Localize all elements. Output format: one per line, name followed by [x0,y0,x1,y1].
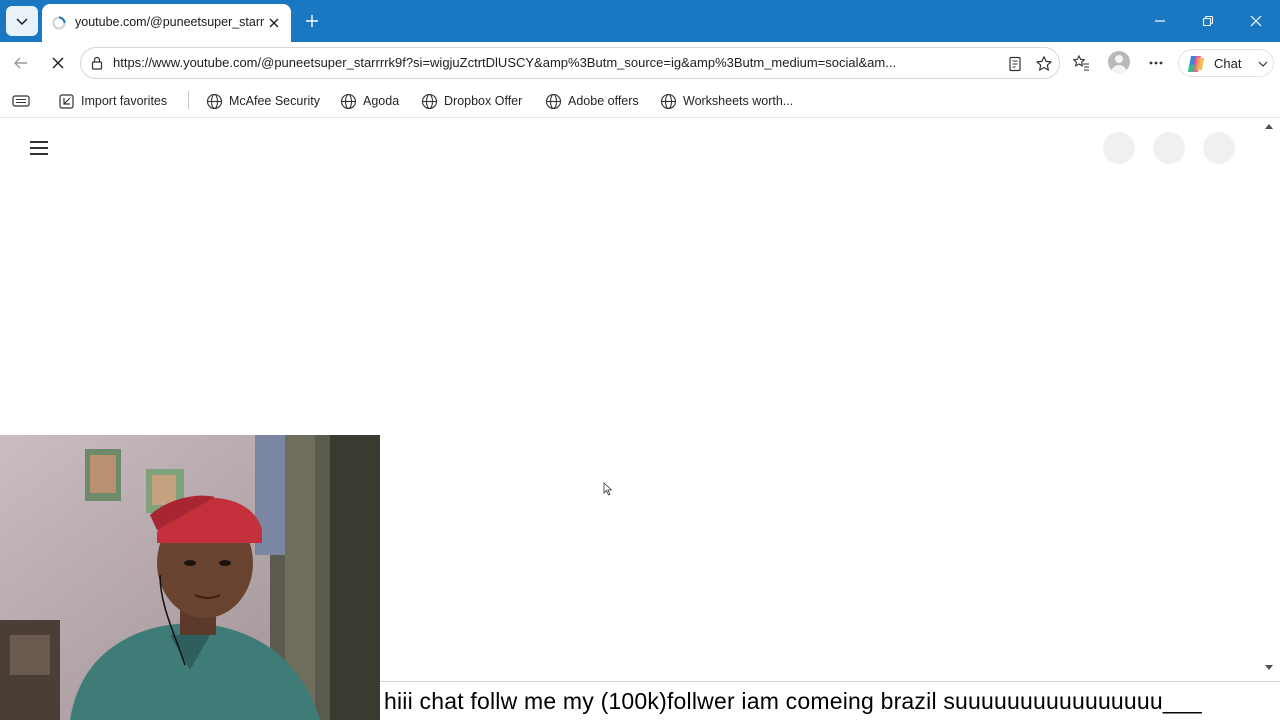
restore-button[interactable] [1194,8,1222,34]
page-scrollbar[interactable] [1262,119,1276,677]
favorites-bar: Import favorites McAfee Security Agoda D… [0,84,1280,118]
favorite-agoda[interactable]: Agoda [340,90,399,112]
minimize-button[interactable] [1146,8,1174,34]
globe-icon [545,93,562,109]
loading-placeholder [1203,132,1235,164]
close-window-button[interactable] [1242,8,1270,34]
hamburger-menu-icon[interactable] [30,139,52,157]
favorite-label: McAfee Security [229,94,321,108]
favorite-adobe-offers[interactable]: Adobe offers [545,90,639,112]
favorites-bar-menu-button[interactable] [12,90,36,112]
title-bar: youtube.com/@puneetsuper_starrrrk9f?si=w… [0,0,1280,42]
favorite-dropbox-offer[interactable]: Dropbox Offer [421,90,522,112]
tab-title: youtube.com/@puneetsuper_starrrrk9f?si=w… [75,15,265,29]
stop-loading-button[interactable] [45,50,71,76]
globe-icon [660,93,677,109]
navigation-toolbar: https://www.youtube.com/@puneetsuper_sta… [0,42,1280,84]
chevron-down-icon [16,18,28,26]
chevron-down-icon [1258,61,1268,67]
favorite-label: Worksheets worth... [683,94,794,108]
favorite-star-icon [1036,56,1052,71]
copilot-icon [1188,56,1204,72]
favorite-worksheets-worth[interactable]: Worksheets worth... [660,90,793,112]
globe-icon [206,93,223,109]
favorite-label: Adobe offers [568,94,639,108]
close-icon [269,18,279,28]
address-bar[interactable]: https://www.youtube.com/@puneetsuper_sta… [80,47,1060,79]
back-button[interactable] [8,50,34,76]
profile-icon[interactable] [1108,51,1130,73]
close-icon [1250,15,1262,27]
tab-actions-menu-button[interactable] [6,6,38,36]
more-icon [1149,61,1163,65]
chat-label: Chat [1214,56,1242,71]
tab-close-button[interactable] [265,14,283,32]
reading-view-icon [1009,56,1021,72]
active-tab[interactable]: youtube.com/@puneetsuper_starrrrk9f?si=w… [42,4,291,42]
favorite-label: Import favorites [81,94,168,108]
copilot-chat-button[interactable]: Chat [1178,49,1274,77]
webcam-overlay [0,435,380,720]
tab-list-icon [12,95,30,107]
browser-window: { "browser": { "tab": { "title": "youtub… [0,0,1280,720]
scroll-up-icon[interactable] [1264,122,1274,132]
mouse-cursor-icon [603,482,613,496]
loading-placeholder [1103,132,1135,164]
lock-icon [91,56,103,70]
favorite-label: Dropbox Offer [444,94,523,108]
favorites-separator [188,91,189,109]
import-icon [59,93,74,109]
webcam-feed-image [0,435,380,720]
loading-placeholder [1153,132,1185,164]
new-tab-button[interactable] [301,10,323,32]
plus-icon [306,15,318,27]
globe-icon [421,93,438,109]
caption-bar: hiii chat follw me my (100k)follwer iam … [380,681,1280,720]
scroll-down-icon[interactable] [1264,662,1274,672]
add-favorite-button[interactable] [1033,53,1055,75]
loading-icon [52,16,66,30]
settings-and-more-button[interactable] [1143,50,1169,76]
reading-view-button[interactable] [1004,53,1026,75]
restore-icon [1202,15,1214,27]
minimize-icon [1155,20,1165,22]
favorites-button[interactable] [1068,50,1094,76]
favorites-icon [1073,55,1089,71]
stop-icon [52,57,64,69]
favorite-mcafee-security[interactable]: McAfee Security [206,90,320,112]
favorite-label: Agoda [363,94,400,108]
back-icon [14,57,27,69]
favorite-import-favorites[interactable]: Import favorites [58,90,167,112]
globe-icon [340,93,357,109]
caption-text: hiii chat follw me my (100k)follwer iam … [384,688,1202,714]
url-text: https://www.youtube.com/@puneetsuper_sta… [113,55,897,70]
